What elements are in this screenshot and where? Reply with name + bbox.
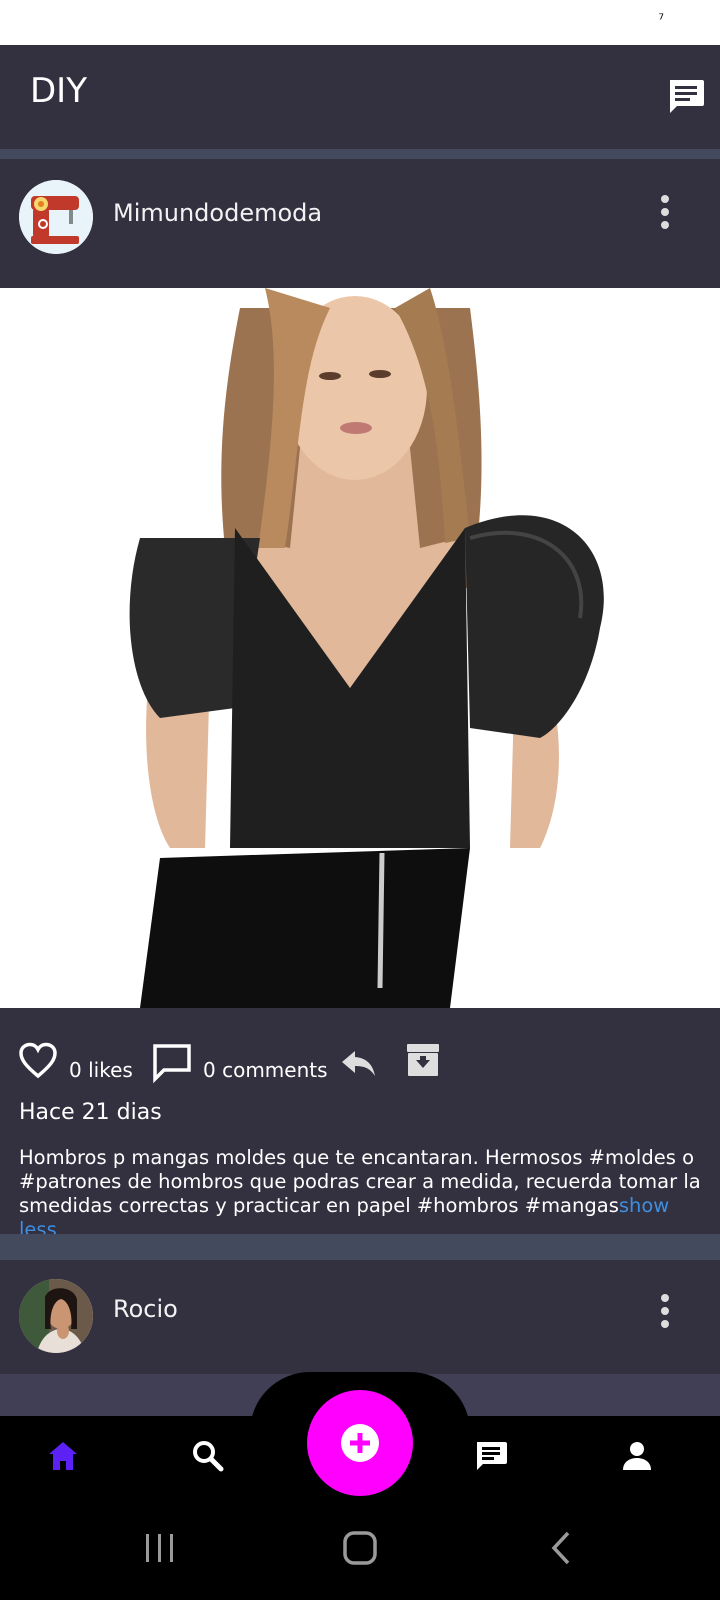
archive-button[interactable] [405, 1042, 441, 1082]
post-time: Hace 21 dias [19, 1100, 162, 1125]
fashion-photo [0, 288, 720, 1008]
search-icon [193, 1441, 224, 1472]
avatar[interactable] [19, 1279, 93, 1353]
post-caption: Hombros p mangas moldes que te encantara… [19, 1146, 701, 1217]
recent-apps-icon [146, 1534, 173, 1562]
back-chevron-icon [551, 1531, 570, 1565]
app-title: DIY [30, 71, 87, 111]
more-dot [661, 208, 669, 216]
divider [0, 149, 720, 159]
share-button[interactable] [340, 1048, 378, 1084]
likes-count: 0 likes [69, 1058, 133, 1082]
status-indicator: ⁷ [658, 12, 664, 28]
post-username[interactable]: Mimundodemoda [113, 199, 322, 227]
heart-outline-icon [19, 1042, 57, 1079]
add-icon [341, 1424, 379, 1462]
more-options-button[interactable] [660, 1294, 670, 1328]
home-icon [49, 1442, 77, 1470]
post-header: Mimundodemoda [0, 159, 720, 288]
more-dot [661, 195, 669, 203]
app-bar: DIY [0, 45, 720, 149]
home-system-button[interactable] [340, 1528, 380, 1568]
comments-count: 0 comments [203, 1058, 328, 1082]
nav-messages[interactable] [471, 1436, 511, 1476]
post-image[interactable] [0, 288, 720, 1008]
plus-icon [350, 1433, 370, 1453]
profile-icon [623, 1442, 651, 1470]
post-description: Hombros p mangas moldes que te encantara… [19, 1146, 709, 1242]
sewing-machine-avatar [19, 180, 93, 254]
post-body: 0 likes 0 comments Hace 21 dias Hombros … [0, 1008, 720, 1241]
comment-button[interactable] [151, 1042, 193, 1088]
system-navigation [0, 1496, 720, 1600]
like-button[interactable] [18, 1042, 58, 1084]
comment-outline-icon [153, 1044, 191, 1084]
nav-profile[interactable] [617, 1436, 657, 1476]
recent-apps-button[interactable] [140, 1528, 180, 1568]
user-photo-avatar [19, 1279, 93, 1353]
status-bar: ⁷ [0, 0, 720, 45]
post-username[interactable]: Rocio [113, 1295, 178, 1323]
home-square-icon [343, 1531, 377, 1565]
divider [0, 1234, 720, 1260]
more-dot [661, 1320, 669, 1328]
more-dot [661, 1307, 669, 1315]
archive-icon [407, 1044, 439, 1076]
more-dot [661, 221, 669, 229]
more-dot [661, 1294, 669, 1302]
avatar[interactable] [19, 180, 93, 254]
messages-button[interactable] [666, 77, 706, 117]
nav-search[interactable] [188, 1436, 228, 1476]
reply-arrow-icon [342, 1051, 375, 1076]
chat-icon [477, 1442, 507, 1470]
post-header: Rocio [0, 1260, 720, 1374]
back-button[interactable] [542, 1528, 582, 1568]
chat-bubble-icon [670, 80, 704, 113]
nav-home[interactable] [43, 1436, 83, 1476]
add-post-button[interactable] [307, 1390, 413, 1496]
more-options-button[interactable] [660, 195, 670, 229]
